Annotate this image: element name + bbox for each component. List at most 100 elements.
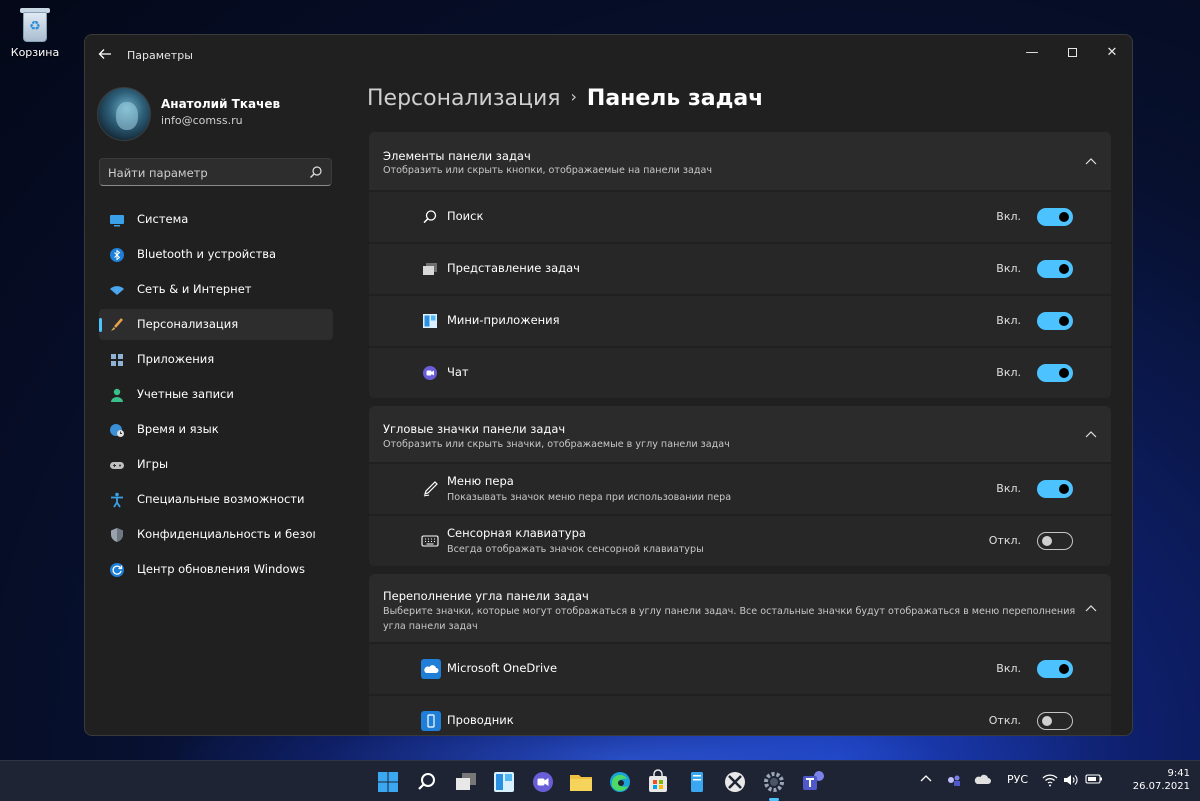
battery-icon[interactable] — [1085, 773, 1103, 788]
input-language[interactable]: РУС — [1007, 773, 1028, 786]
setting-row-chat: Чат Вкл. — [369, 348, 1111, 398]
setting-label: Чат — [447, 365, 469, 379]
chat-icon[interactable] — [530, 769, 556, 795]
brush-icon — [111, 318, 123, 331]
sidebar-item-time-language[interactable]: Время и язык — [99, 414, 333, 445]
settings-window: Параметры — ✕ Анатолий Ткачев info@comss… — [84, 34, 1133, 736]
setting-label: Microsoft OneDrive — [447, 661, 558, 675]
setting-row-task-view: Представление задач Вкл. — [369, 244, 1111, 294]
toggle-switch[interactable] — [1037, 712, 1073, 730]
sidebar-item-gaming[interactable]: Игры — [99, 449, 333, 480]
clock-time: 9:41 — [1167, 768, 1190, 779]
user-profile[interactable]: Анатолий Ткачев info@comss.ru — [97, 87, 337, 143]
sidebar-item-system[interactable]: Система — [99, 204, 333, 235]
sidebar-item-label: Сеть & и Интернет — [137, 282, 252, 296]
recycle-bin-shortcut[interactable]: ♻ Корзина — [8, 6, 62, 59]
chevron-up-icon[interactable] — [1085, 604, 1097, 612]
chevron-right-icon: › — [570, 87, 577, 106]
user-name: Анатолий Ткачев — [161, 97, 281, 111]
minimize-button[interactable]: — — [1015, 41, 1049, 65]
sidebar-item-windows-update[interactable]: Центр обновления Windows — [99, 554, 333, 585]
sidebar-item-privacy[interactable]: Конфиденциальность и безопас — [99, 519, 333, 550]
back-button[interactable] — [95, 47, 115, 65]
setting-row-search: Поиск Вкл. — [369, 192, 1111, 242]
toggle-state-text: Вкл. — [996, 262, 1021, 275]
toggle-switch[interactable] — [1037, 208, 1073, 226]
chevron-up-icon[interactable] — [1085, 430, 1097, 438]
file-explorer-icon — [421, 711, 441, 731]
sidebar-item-accessibility[interactable]: Специальные возможности — [99, 484, 333, 515]
search-icon[interactable] — [414, 769, 440, 795]
toggle-state-text: Вкл. — [996, 662, 1021, 675]
onedrive-icon[interactable] — [974, 773, 992, 788]
toggle-switch[interactable] — [1037, 532, 1073, 550]
setting-row-file-explorer: Проводник Откл. — [369, 696, 1111, 735]
widgets-icon[interactable] — [491, 769, 517, 795]
breadcrumb-parent[interactable]: Персонализация — [367, 86, 561, 111]
sidebar-item-bluetooth[interactable]: Bluetooth и устройства — [99, 239, 333, 270]
notepad-icon[interactable] — [684, 769, 710, 795]
toggle-switch[interactable] — [1037, 312, 1073, 330]
sidebar-item-apps[interactable]: Приложения — [99, 344, 333, 375]
chevron-up-icon[interactable] — [1085, 157, 1097, 165]
accessibility-icon — [111, 492, 123, 508]
toggle-switch[interactable] — [1037, 364, 1073, 382]
volume-icon[interactable] — [1063, 773, 1079, 790]
toggle-switch[interactable] — [1037, 480, 1073, 498]
sidebar-item-label: Конфиденциальность и безопас — [137, 527, 315, 541]
settings-content: Элементы панели задач Отобразить или скр… — [369, 132, 1111, 735]
sidebar-item-accounts[interactable]: Учетные записи — [99, 379, 333, 410]
sidebar-item-label: Система — [137, 212, 189, 226]
sidebar-item-label: Центр обновления Windows — [137, 562, 305, 576]
toggle-switch[interactable] — [1037, 660, 1073, 678]
group-header-taskbar-items[interactable]: Элементы панели задач Отобразить или скр… — [369, 132, 1111, 190]
xbox-icon[interactable] — [722, 769, 748, 795]
group-description: Отобразить или скрыть кнопки, отображаем… — [383, 165, 713, 176]
chat-icon — [423, 366, 437, 380]
sidebar-item-label: Приложения — [137, 352, 215, 366]
setting-label: Мини-приложения — [447, 313, 560, 327]
sidebar-item-label: Специальные возможности — [137, 492, 305, 506]
sidebar-item-label: Учетные записи — [137, 387, 234, 401]
setting-label: Меню пера — [447, 474, 514, 488]
wifi-icon — [110, 286, 124, 295]
toggle-state-text: Вкл. — [996, 210, 1021, 223]
task-view-icon[interactable] — [453, 769, 479, 795]
group-header-corner-icons[interactable]: Угловые значки панели задач Отобразить и… — [369, 406, 1111, 462]
toggle-state-text: Вкл. — [996, 366, 1021, 379]
sidebar-item-personalization[interactable]: Персонализация — [99, 309, 333, 340]
user-email: info@comss.ru — [161, 114, 243, 127]
search-input[interactable] — [108, 163, 298, 183]
onedrive-icon — [421, 659, 441, 679]
gamepad-icon — [110, 462, 124, 469]
setting-row-pen-menu: Меню пера Показывать значок меню пера пр… — [369, 464, 1111, 514]
keyboard-icon — [421, 535, 439, 547]
search-icon[interactable] — [309, 165, 323, 179]
close-button[interactable]: ✕ — [1095, 41, 1129, 65]
sidebar-item-label: Bluetooth и устройства — [137, 247, 277, 261]
group-title: Угловые значки панели задач — [383, 422, 566, 436]
sidebar-item-label: Персонализация — [137, 317, 239, 331]
clock[interactable]: 9:41 26.07.2021 — [1133, 767, 1190, 793]
group-title: Переполнение угла панели задач — [383, 589, 589, 603]
store-icon[interactable] — [645, 769, 671, 795]
toggle-switch[interactable] — [1037, 260, 1073, 278]
toggle-state-text: Откл. — [988, 534, 1021, 547]
sidebar-item-network[interactable]: Сеть & и Интернет — [99, 274, 333, 305]
recycle-bin-icon: ♻ — [20, 6, 50, 42]
recycle-bin-label: Корзина — [10, 46, 60, 59]
title-bar: Параметры — ✕ — [85, 35, 1132, 77]
sidebar-item-label: Игры — [137, 457, 169, 471]
tray-app-icon[interactable] — [946, 773, 962, 790]
start-icon[interactable] — [375, 769, 401, 795]
file-explorer-icon[interactable] — [568, 769, 594, 795]
wifi-icon[interactable] — [1042, 773, 1058, 790]
close-icon: ✕ — [1106, 45, 1118, 60]
chevron-up-icon[interactable] — [920, 773, 932, 786]
maximize-button[interactable] — [1055, 41, 1089, 65]
group-header-corner-overflow[interactable]: Переполнение угла панели задач Выберите … — [369, 574, 1111, 642]
edge-icon[interactable] — [607, 769, 633, 795]
sidebar-nav: Система Bluetooth и устройства Сеть & и … — [99, 204, 333, 589]
teams-icon[interactable] — [800, 769, 826, 795]
settings-icon[interactable] — [761, 769, 787, 801]
